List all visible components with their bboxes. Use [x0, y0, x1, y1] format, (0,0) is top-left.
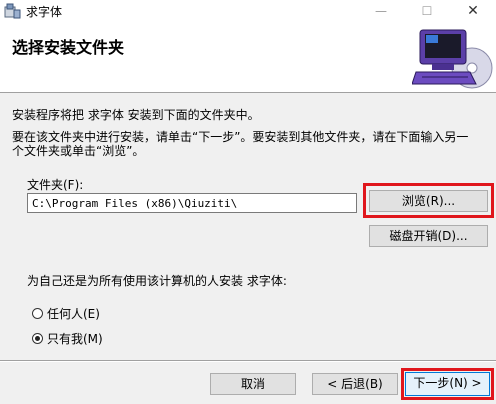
back-button[interactable]: < 后退(B) — [312, 373, 398, 395]
radio-everyone-label: 任何人(E) — [47, 306, 100, 321]
wizard-header: 选择安装文件夹 — [0, 22, 496, 93]
radio-just-me-circle[interactable] — [32, 332, 43, 344]
radio-just-me[interactable]: 只有我(M) — [32, 330, 103, 346]
radio-everyone[interactable]: 任何人(E) — [32, 305, 100, 321]
title-bar: 求字体 — ☐ ✕ — [0, 0, 496, 23]
folder-path-input[interactable] — [27, 193, 357, 213]
folder-label: 文件夹(F): — [27, 178, 84, 192]
footer-divider — [0, 360, 496, 362]
computer-disc-icon — [412, 29, 493, 89]
next-button[interactable]: 下一步(N) > — [405, 372, 490, 396]
maximize-button[interactable]: ☐ — [404, 0, 450, 22]
minimize-button[interactable]: — — [358, 0, 404, 22]
disk-cost-button[interactable]: 磁盘开销(D)... — [369, 225, 488, 247]
radio-just-me-label: 只有我(M) — [47, 331, 103, 346]
radio-everyone-circle[interactable] — [32, 307, 43, 319]
cancel-button[interactable]: 取消 — [210, 373, 296, 395]
page-title: 选择安装文件夹 — [12, 38, 125, 57]
window-title: 求字体 — [26, 5, 63, 19]
install-scope-question: 为自己还是为所有使用该计算机的人安装 求字体: — [27, 274, 287, 288]
browse-button[interactable]: 浏览(R)... — [369, 190, 488, 212]
instruction-text-2: 个文件夹或单击“浏览”。 — [12, 144, 145, 158]
installer-app-icon — [4, 3, 21, 19]
intro-text: 安装程序将把 求字体 安装到下面的文件夹中。 — [12, 108, 260, 122]
close-button[interactable]: ✕ — [450, 0, 496, 22]
